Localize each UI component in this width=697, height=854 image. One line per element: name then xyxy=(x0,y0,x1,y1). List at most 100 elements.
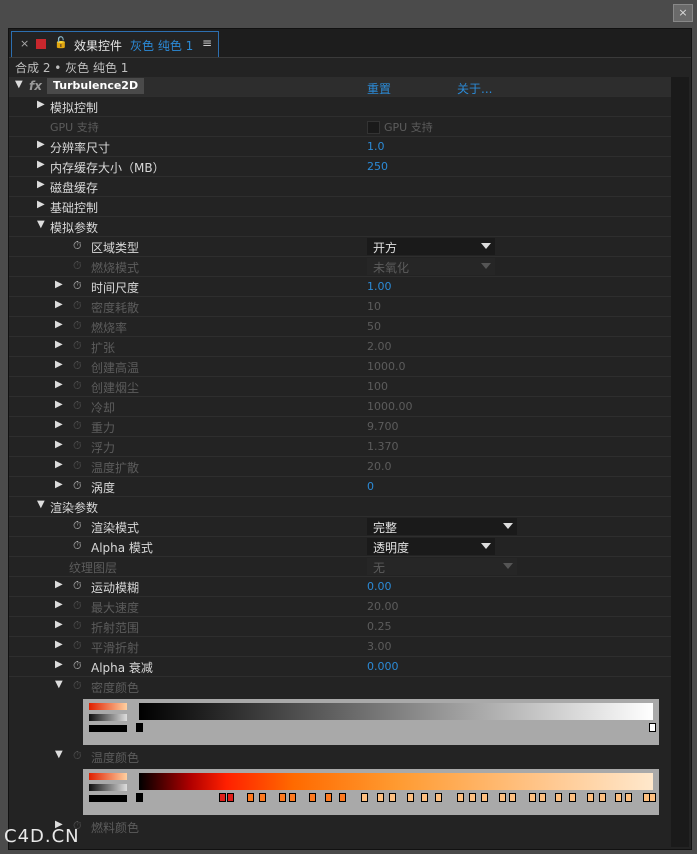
gradient-stop[interactable] xyxy=(421,793,428,802)
gradient-stop[interactable] xyxy=(569,793,576,802)
row-temp-color[interactable]: ▼ ⏱ 温度颜色 xyxy=(9,747,671,766)
expand-triangle-icon[interactable]: ▶ xyxy=(37,99,45,110)
reset-link[interactable]: 重置 xyxy=(367,80,391,97)
group-sim-params[interactable]: ▼ 模拟参数 xyxy=(9,217,671,237)
alpha-mode-dropdown[interactable]: 透明度 xyxy=(367,538,495,555)
expand-triangle-icon[interactable]: ▶ xyxy=(55,479,63,490)
collapse-triangle-icon[interactable]: ▼ xyxy=(37,219,45,230)
expand-triangle-icon[interactable]: ▶ xyxy=(37,159,45,170)
row-vorticity[interactable]: ▶ ⏱ 涡度 0 xyxy=(9,477,671,497)
group-render-params[interactable]: ▼ 渲染参数 xyxy=(9,497,671,517)
gradient-stop[interactable] xyxy=(247,793,254,802)
fx-icon[interactable]: fx xyxy=(29,79,42,93)
gradient-stop[interactable] xyxy=(136,723,143,732)
expand-triangle-icon[interactable]: ▶ xyxy=(55,299,63,310)
collapse-triangle-icon[interactable]: ▼ xyxy=(55,749,63,760)
stopwatch-icon[interactable]: ⏱ xyxy=(73,659,82,673)
expand-triangle-icon[interactable]: ▶ xyxy=(55,319,63,330)
gradient-stop[interactable] xyxy=(435,793,442,802)
expand-triangle-icon[interactable]: ▶ xyxy=(55,619,63,630)
expand-triangle-icon[interactable]: ▶ xyxy=(55,359,63,370)
group-sim-control[interactable]: ▶ 模拟控制 xyxy=(9,97,671,117)
expand-triangle-icon[interactable]: ▶ xyxy=(37,179,45,190)
expand-triangle-icon[interactable]: ▶ xyxy=(55,419,63,430)
expand-triangle-icon[interactable]: ▶ xyxy=(55,599,63,610)
tab-layer-name[interactable]: 灰色 纯色 1 xyxy=(130,37,193,54)
temp-gradient-bar[interactable] xyxy=(139,773,653,790)
tab-effect-controls[interactable]: × 🔓 效果控件 灰色 纯色 1 ≡ xyxy=(11,31,219,57)
preset-black-swatch[interactable] xyxy=(89,795,127,802)
collapse-triangle-icon[interactable]: ▼ xyxy=(55,679,63,690)
group-disk-cache[interactable]: ▶ 磁盘缓存 xyxy=(9,177,671,197)
gradient-stop[interactable] xyxy=(615,793,622,802)
gradient-stop[interactable] xyxy=(219,793,226,802)
gradient-stop[interactable] xyxy=(539,793,546,802)
render-mode-dropdown[interactable]: 完整 xyxy=(367,518,517,535)
gradient-stop[interactable] xyxy=(377,793,384,802)
gradient-stop[interactable] xyxy=(555,793,562,802)
stopwatch-icon[interactable]: ⏱ xyxy=(73,279,82,293)
gradient-stop[interactable] xyxy=(309,793,316,802)
density-gradient-bar[interactable] xyxy=(139,703,653,720)
stopwatch-icon[interactable]: ⏱ xyxy=(73,579,82,593)
expand-triangle-icon[interactable]: ▶ xyxy=(55,399,63,410)
preset-gray-swatch[interactable] xyxy=(89,784,127,791)
memory-value[interactable]: 250 xyxy=(367,160,388,173)
domain-type-dropdown[interactable]: 开方 xyxy=(367,238,495,255)
panel-menu-icon[interactable]: ≡ xyxy=(202,36,212,50)
gradient-stop[interactable] xyxy=(279,793,286,802)
effect-name[interactable]: Turbulence2D xyxy=(47,78,145,94)
expand-triangle-icon[interactable]: ▶ xyxy=(37,199,45,210)
stopwatch-icon[interactable]: ⏱ xyxy=(73,479,82,493)
expand-triangle-icon[interactable]: ▶ xyxy=(55,659,63,670)
gradient-stop[interactable] xyxy=(325,793,332,802)
collapse-triangle-icon[interactable]: ▼ xyxy=(37,499,45,510)
stopwatch-icon[interactable]: ⏱ xyxy=(73,519,82,533)
vorticity-value[interactable]: 0 xyxy=(367,480,374,493)
expand-triangle-icon[interactable]: ▶ xyxy=(55,459,63,470)
row-resolution[interactable]: ▶ 分辨率尺寸 1.0 xyxy=(9,137,671,157)
gradient-stop[interactable] xyxy=(481,793,488,802)
gradient-stop[interactable] xyxy=(529,793,536,802)
stopwatch-icon[interactable]: ⏱ xyxy=(73,239,82,253)
preset-black-swatch[interactable] xyxy=(89,725,127,732)
group-basic-control[interactable]: ▶ 基础控制 xyxy=(9,197,671,217)
collapse-triangle-icon[interactable]: ▼ xyxy=(15,79,23,90)
gradient-stop[interactable] xyxy=(649,723,656,732)
vertical-scrollbar[interactable] xyxy=(671,77,689,847)
row-memory[interactable]: ▶ 内存缓存大小（MB） 250 xyxy=(9,157,671,177)
gradient-stop[interactable] xyxy=(599,793,606,802)
gradient-stop[interactable] xyxy=(587,793,594,802)
gradient-stop[interactable] xyxy=(361,793,368,802)
gradient-stop[interactable] xyxy=(259,793,266,802)
gradient-stop[interactable] xyxy=(339,793,346,802)
row-alpha-decay[interactable]: ▶ ⏱ Alpha 衰减 0.000 xyxy=(9,657,671,677)
alpha-decay-value[interactable]: 0.000 xyxy=(367,660,399,673)
gradient-stop[interactable] xyxy=(509,793,516,802)
gradient-stop[interactable] xyxy=(227,793,234,802)
gradient-stop[interactable] xyxy=(136,793,143,802)
row-fuel-color[interactable]: ▶ ⏱ 燃料颜色 xyxy=(9,817,671,836)
about-link[interactable]: 关于... xyxy=(457,80,492,97)
expand-triangle-icon[interactable]: ▶ xyxy=(55,339,63,350)
row-density-color[interactable]: ▼ ⏱ 密度颜色 xyxy=(9,677,671,696)
expand-triangle-icon[interactable]: ▶ xyxy=(55,579,63,590)
row-time-scale[interactable]: ▶ ⏱ 时间尺度 1.00 xyxy=(9,277,671,297)
gradient-stop[interactable] xyxy=(499,793,506,802)
preset-gray-swatch[interactable] xyxy=(89,714,127,721)
preset-fire-swatch[interactable] xyxy=(89,773,127,780)
tab-close-icon[interactable]: × xyxy=(20,37,29,50)
gradient-stop[interactable] xyxy=(649,793,656,802)
gradient-stop[interactable] xyxy=(625,793,632,802)
preset-fire-swatch[interactable] xyxy=(89,703,127,710)
expand-triangle-icon[interactable]: ▶ xyxy=(55,439,63,450)
gpu-checkbox[interactable] xyxy=(367,121,380,134)
expand-triangle-icon[interactable]: ▶ xyxy=(55,379,63,390)
expand-triangle-icon[interactable]: ▶ xyxy=(55,279,63,290)
expand-triangle-icon[interactable]: ▶ xyxy=(55,639,63,650)
resolution-value[interactable]: 1.0 xyxy=(367,140,385,153)
window-close-icon[interactable]: × xyxy=(673,4,693,22)
gradient-stop[interactable] xyxy=(289,793,296,802)
gradient-stop[interactable] xyxy=(389,793,396,802)
time-scale-value[interactable]: 1.00 xyxy=(367,280,392,293)
